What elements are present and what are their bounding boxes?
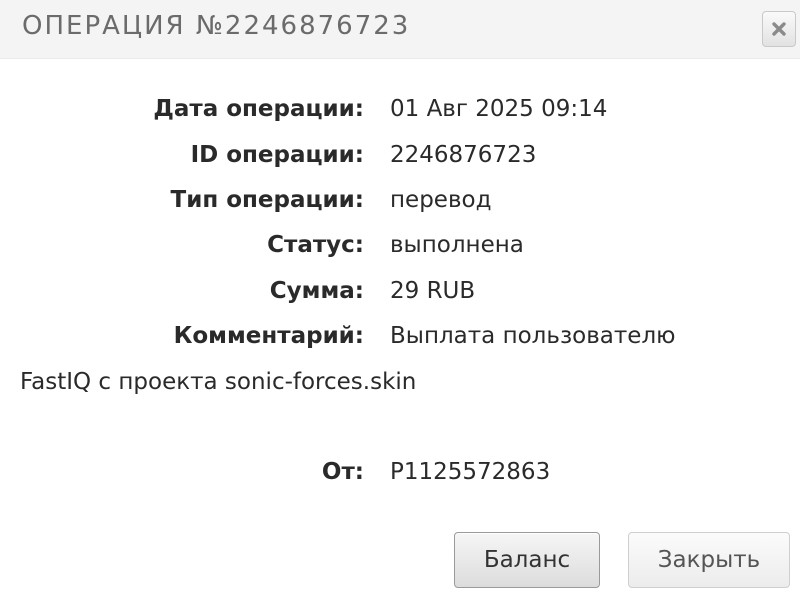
date-value: 01 Авг 2025 09:14: [390, 96, 608, 122]
row-comment: Комментарий: Выплата пользователю: [0, 319, 800, 353]
row-from: От: P1125572863: [0, 455, 800, 489]
comment-label: Комментарий:: [173, 323, 364, 349]
operation-dialog: ОПЕРАЦИЯ №2246876723 Дата операции: 01 А…: [0, 0, 800, 600]
dialog-title: ОПЕРАЦИЯ №2246876723: [22, 11, 411, 41]
amount-label: Сумма:: [269, 278, 364, 304]
row-id: ID операции: 2246876723: [0, 138, 800, 172]
id-label: ID операции:: [190, 142, 364, 168]
status-label: Статус:: [267, 232, 364, 258]
from-label: От:: [321, 459, 364, 485]
date-label: Дата операции:: [153, 96, 364, 122]
row-amount: Сумма: 29 RUB: [0, 274, 800, 308]
balance-button[interactable]: Баланс: [454, 532, 600, 588]
amount-value: 29 RUB: [390, 278, 476, 304]
row-type: Тип операции: перевод: [0, 183, 800, 217]
comment-value: Выплата пользователю: [390, 323, 676, 349]
type-label: Тип операции:: [170, 187, 364, 213]
row-status: Статус: выполнена: [0, 228, 800, 262]
dialog-header: ОПЕРАЦИЯ №2246876723: [0, 0, 800, 59]
close-x-icon: [772, 22, 786, 36]
type-value: перевод: [390, 187, 492, 213]
close-icon-button[interactable]: [762, 11, 796, 47]
comment-value-continued: FastIQ с проекта sonic-forces.skin: [20, 369, 417, 395]
close-button[interactable]: Закрыть: [628, 532, 790, 588]
status-value: выполнена: [390, 232, 524, 258]
from-value: P1125572863: [390, 459, 551, 485]
row-date: Дата операции: 01 Авг 2025 09:14: [0, 92, 800, 126]
id-value: 2246876723: [390, 142, 537, 168]
